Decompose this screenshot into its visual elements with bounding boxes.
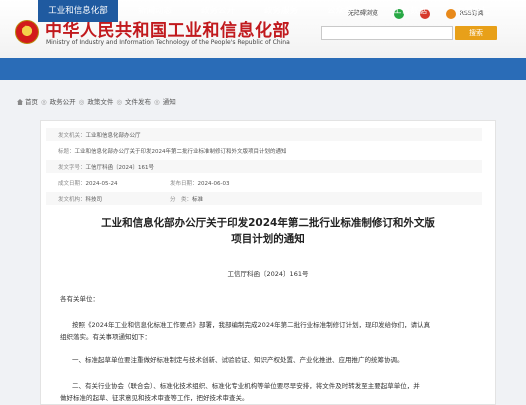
nav-item-news[interactable]: 新闻动态 [138, 0, 172, 22]
breadcrumb-item[interactable]: 政策文件 [87, 98, 113, 106]
nav-item-participation[interactable]: 公众参与 [327, 0, 361, 22]
breadcrumb-item[interactable]: 政务公开 [50, 98, 76, 106]
breadcrumb-item[interactable]: 文件发布 [125, 98, 151, 106]
breadcrumb: 首页 ◎ 政务公开 ◎ 政策文件 ◎ 文件发布 ◎ 通知 [17, 96, 176, 106]
national-emblem-icon [15, 20, 39, 44]
meta-category: 发文机构：科技司 [58, 197, 103, 203]
paragraph-1-line2: 组织落实。有关事项通知如下： [60, 333, 151, 341]
meta-pubdate: 发布日期：2024-06-03 [170, 181, 230, 187]
meta-row [46, 192, 482, 205]
nav-item-government-affairs[interactable]: 政务公开 [201, 0, 235, 22]
home-icon [17, 99, 23, 105]
nav-item-data[interactable]: 工信数据 [393, 0, 427, 22]
paragraph-3-line1: 二、有关行业协会（联合会）、标准化技术组织、标准化专业机构等单位要尽早安排，将文… [72, 382, 420, 390]
meta-issuer: 发文机关：工业和信息化部办公厅 [58, 133, 141, 139]
search-button[interactable]: 搜索 [455, 26, 497, 40]
site-subtitle: Ministry of Industry and Information Tec… [46, 39, 290, 46]
document-title-line1: 工业和信息化部办公厅关于印发2024年第二批行业标准制修订和外文版 [101, 217, 435, 229]
breadcrumb-home[interactable]: 首页 [25, 98, 38, 106]
meta-date: 成文日期：2024-05-24 [58, 181, 118, 187]
salutation: 各有关单位： [60, 295, 99, 303]
paragraph-2: 一、标准起草单位要注重做好标准制定与技术创新、试验验证、知识产权处置、产业化推进… [72, 356, 404, 364]
nav-item-home[interactable]: 工业和信息化部 [38, 0, 118, 22]
paragraph-3-line2: 做好标准的起草、征求意见和技术审查等工作，把好技术审查关。 [60, 394, 249, 402]
breadcrumb-current[interactable]: 通知 [163, 98, 176, 106]
nav-item-topics[interactable]: 专题专栏 [456, 0, 490, 22]
meta-docno: 发文字号：工信厅科函〔2024〕161号 [58, 165, 155, 171]
meta-type: 分 类：标准 [170, 197, 204, 203]
document-title-line2: 项目计划的通知 [231, 233, 305, 245]
search-input[interactable] [321, 26, 453, 40]
paragraph-1-line1: 按照《2024年工业和信息化标准工作要点》部署，我部编制完成2024年第二批行业… [72, 321, 431, 329]
document-number: 工信厅科函〔2024〕161号 [227, 270, 309, 278]
main-nav [0, 58, 526, 80]
nav-item-services[interactable]: 政务服务 [264, 0, 298, 22]
meta-subject: 标题：工业和信息化部办公厅关于印发2024年第二批行业标准制修订和外文版项目计划… [58, 149, 287, 155]
rss-icon[interactable] [445, 8, 456, 19]
